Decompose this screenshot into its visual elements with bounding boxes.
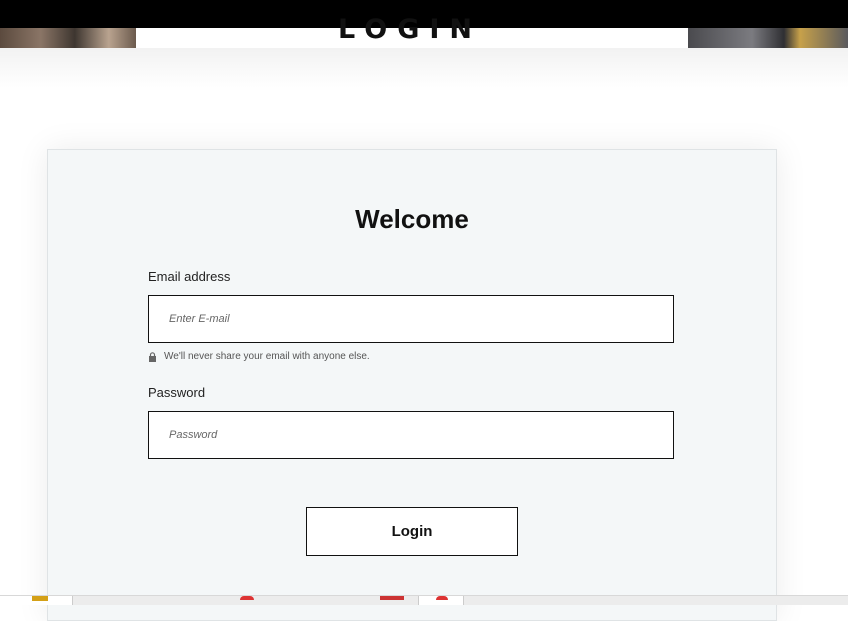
email-label: Email address [148,269,231,284]
email-field[interactable] [148,295,674,343]
header-shadow [0,48,848,88]
password-field[interactable] [148,411,674,459]
login-button[interactable]: Login [306,507,518,556]
email-help-label: We'll never share your email with anyone… [164,351,370,362]
browser-icon [240,596,254,600]
password-label: Password [148,385,206,400]
chrome-icon [436,596,448,600]
login-card: Welcome Email address We'll never share … [47,149,777,621]
app-icon [32,596,48,601]
email-help-text: We'll never share your email with anyone… [148,351,370,362]
page-title: LOGIN [338,14,482,45]
welcome-heading: Welcome [355,204,469,234]
mail-icon [380,596,404,600]
lock-icon [149,351,156,362]
